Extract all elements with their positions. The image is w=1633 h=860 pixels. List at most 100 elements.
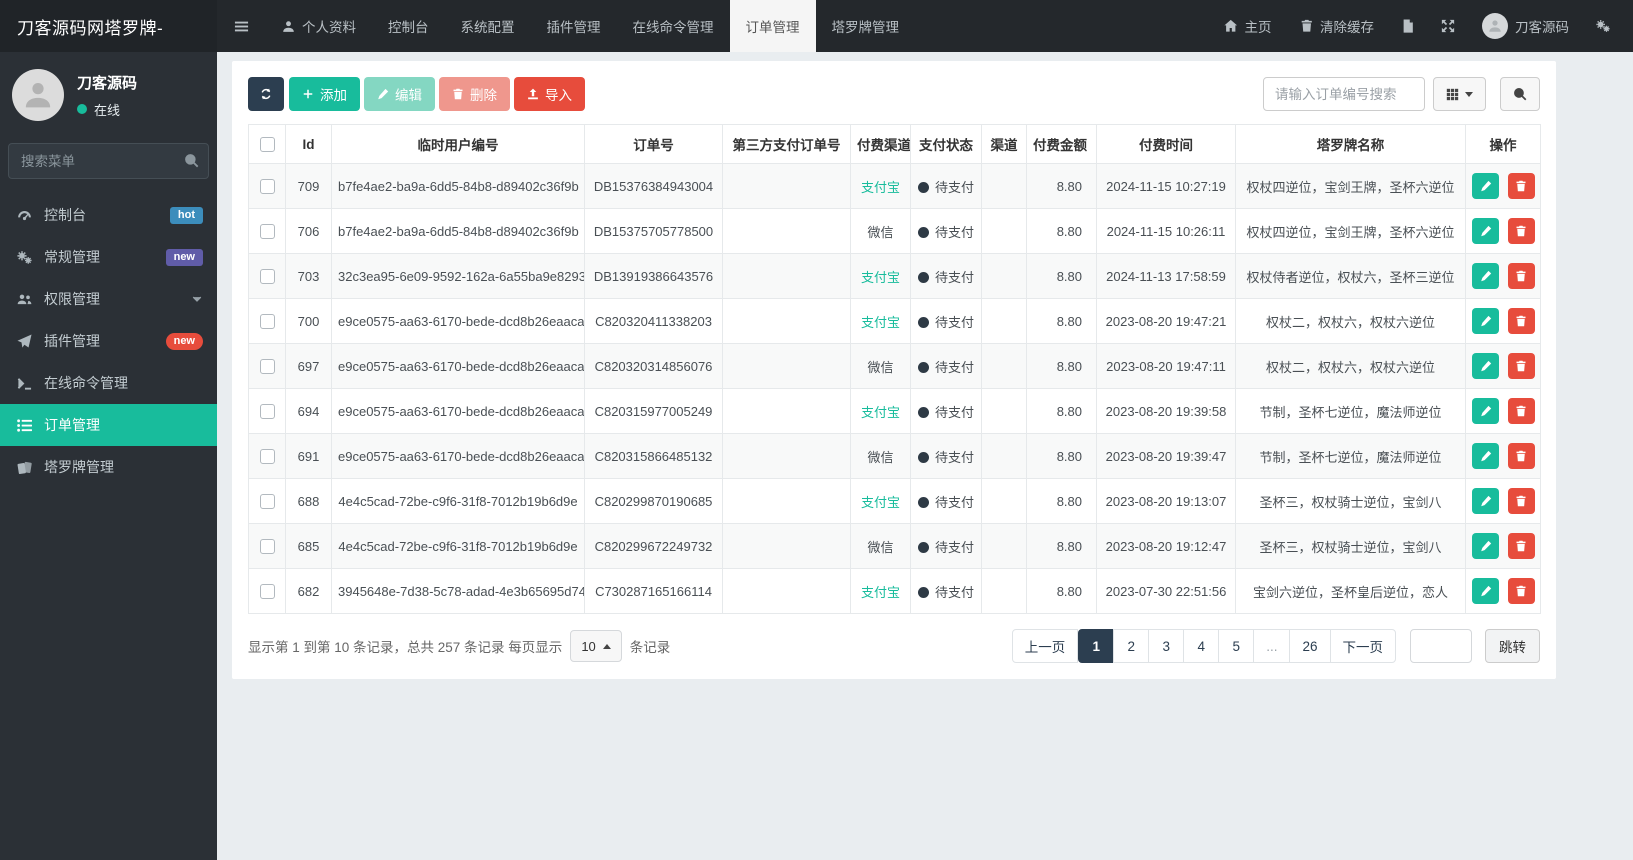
page-button[interactable]: 5 <box>1218 629 1255 663</box>
row-checkbox[interactable] <box>259 449 275 465</box>
search-icon <box>1513 87 1527 101</box>
row-edit-button[interactable] <box>1472 308 1499 334</box>
next-page-button[interactable]: 下一页 <box>1329 629 1396 663</box>
row-edit-button[interactable] <box>1472 353 1499 379</box>
row-checkbox[interactable] <box>259 269 275 285</box>
home-link[interactable]: 主页 <box>1210 0 1286 52</box>
row-delete-button[interactable] <box>1507 488 1535 514</box>
delete-button[interactable]: 删除 <box>439 77 510 111</box>
row-checkbox[interactable] <box>259 224 275 240</box>
row-checkbox[interactable] <box>259 539 275 555</box>
pencil-icon <box>1480 270 1492 282</box>
row-delete-button[interactable] <box>1507 353 1535 379</box>
user-menu[interactable]: 刀客源码 <box>1468 0 1583 52</box>
row-delete-button[interactable] <box>1507 308 1535 334</box>
row-delete-button[interactable] <box>1507 173 1535 199</box>
table-row: 691 e9ce0575-aa63-6170-bede-dcd8b26eaaca… <box>248 433 1541 479</box>
online-status-dot <box>77 104 87 114</box>
clear-cache-link[interactable]: 清除缓存 <box>1286 0 1389 52</box>
cell-actions <box>1465 343 1541 389</box>
pay-channel-link[interactable]: 支付宝 <box>861 315 900 330</box>
cell-amount: 8.80 <box>1026 568 1097 614</box>
page-button[interactable]: 26 <box>1289 629 1331 663</box>
sidebar-menu-item[interactable]: 塔罗牌管理 <box>0 446 217 488</box>
row-edit-button[interactable] <box>1472 533 1499 559</box>
pay-channel-link[interactable]: 支付宝 <box>861 495 900 510</box>
cell-pay-time: 2023-07-30 22:51:56 <box>1096 568 1236 614</box>
row-delete-button[interactable] <box>1507 263 1535 289</box>
sidebar-toggle-icon[interactable] <box>217 0 266 52</box>
pay-channel-link[interactable]: 微信 <box>867 360 893 375</box>
cell-select <box>248 478 286 524</box>
row-checkbox[interactable] <box>259 584 275 600</box>
sidebar-menu-item[interactable]: 在线命令管理 <box>0 362 217 404</box>
add-button[interactable]: 添加 <box>289 77 360 111</box>
pay-channel-link[interactable]: 微信 <box>867 225 893 240</box>
top-nav-item[interactable]: 个人资料 <box>266 0 372 52</box>
jump-button[interactable]: 跳转 <box>1485 629 1540 663</box>
columns-toggle-button[interactable] <box>1433 77 1486 111</box>
row-checkbox[interactable] <box>259 179 275 195</box>
top-nav-item[interactable]: 订单管理 <box>729 0 816 52</box>
row-edit-button[interactable] <box>1472 578 1499 604</box>
pay-channel-link[interactable]: 支付宝 <box>861 270 900 285</box>
row-delete-button[interactable] <box>1507 398 1535 424</box>
fullscreen-button[interactable] <box>1428 0 1468 52</box>
row-edit-button[interactable] <box>1472 443 1499 469</box>
row-edit-button[interactable] <box>1472 218 1499 244</box>
row-delete-button[interactable] <box>1507 578 1535 604</box>
sidebar-menu-item[interactable]: 插件管理 new <box>0 320 217 362</box>
row-edit-button[interactable] <box>1472 263 1499 289</box>
cell-pay-channel: 支付宝 <box>850 478 911 524</box>
row-checkbox[interactable] <box>259 404 275 420</box>
search-button[interactable] <box>1500 77 1540 111</box>
jump-page-input[interactable] <box>1410 629 1472 663</box>
row-edit-button[interactable] <box>1472 173 1499 199</box>
sidebar-menu-item[interactable]: 控制台 hot <box>0 194 217 236</box>
cell-id: 691 <box>285 433 332 479</box>
top-nav-item[interactable]: 控制台 <box>372 0 445 52</box>
settings-button[interactable] <box>1583 0 1623 52</box>
cell-third-order-no <box>722 208 851 254</box>
order-search-input[interactable] <box>1263 77 1425 111</box>
table-row: 706 b7fe4ae2-ba9a-6dd5-84b8-d89402c36f9b… <box>248 208 1541 254</box>
prev-page-button[interactable]: 上一页 <box>1011 629 1079 663</box>
top-nav-item[interactable]: 在线命令管理 <box>617 0 730 52</box>
top-nav-item[interactable]: 塔罗牌管理 <box>816 0 916 52</box>
toolbar: 添加 编辑 删除 导入 <box>248 77 1540 111</box>
pay-channel-link[interactable]: 支付宝 <box>861 405 900 420</box>
sidebar-menu-item[interactable]: 订单管理 <box>0 404 217 446</box>
top-nav-item[interactable]: 插件管理 <box>531 0 617 52</box>
pay-channel-link[interactable]: 支付宝 <box>861 180 900 195</box>
select-all-checkbox[interactable] <box>259 136 275 152</box>
sidebar-menu-item[interactable]: 权限管理 <box>0 278 217 320</box>
row-delete-button[interactable] <box>1507 218 1535 244</box>
page-button[interactable]: 1 <box>1078 629 1115 663</box>
row-delete-button[interactable] <box>1507 443 1535 469</box>
top-nav-item[interactable]: 系统配置 <box>445 0 531 52</box>
pay-channel-link[interactable]: 支付宝 <box>861 585 900 600</box>
pay-channel-link[interactable]: 微信 <box>867 450 893 465</box>
page-button[interactable]: 4 <box>1183 629 1220 663</box>
row-edit-button[interactable] <box>1472 398 1499 424</box>
search-icon[interactable] <box>184 153 199 168</box>
row-checkbox[interactable] <box>259 359 275 375</box>
page-button[interactable]: 3 <box>1148 629 1185 663</box>
page-button[interactable]: 2 <box>1113 629 1150 663</box>
row-delete-button[interactable] <box>1507 533 1535 559</box>
sidebar-search-input[interactable] <box>8 143 209 179</box>
edit-button[interactable]: 编辑 <box>364 77 435 111</box>
cell-tarot-names: 权杖二，权杖六，权杖六逆位 <box>1235 343 1466 389</box>
import-button[interactable]: 导入 <box>514 77 585 111</box>
table-header-row: Id 临时用户编号 订单号 第三方支付订单号 付费渠道 支付状态 渠道 付费金额 付费时间 塔罗牌… <box>248 124 1541 164</box>
cell-third-order-no <box>722 253 851 299</box>
refresh-button[interactable] <box>248 77 284 111</box>
page-size-select[interactable]: 10 <box>570 630 622 662</box>
pay-channel-link[interactable]: 微信 <box>867 540 893 555</box>
file-button[interactable] <box>1388 0 1428 52</box>
sidebar-menu-item[interactable]: 常规管理 new <box>0 236 217 278</box>
row-checkbox[interactable] <box>259 314 275 330</box>
row-checkbox[interactable] <box>259 494 275 510</box>
trash-icon <box>1515 315 1527 327</box>
row-edit-button[interactable] <box>1472 488 1499 514</box>
